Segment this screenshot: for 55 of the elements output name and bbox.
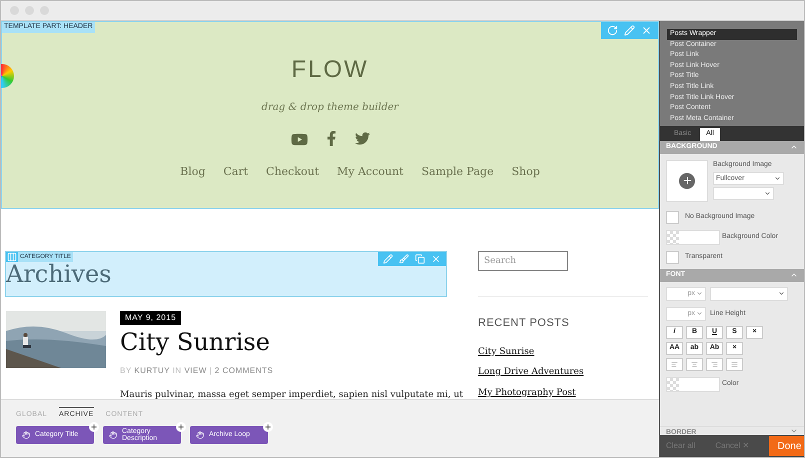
brush-icon[interactable]	[399, 254, 409, 264]
recent-post-link[interactable]: City Sunrise	[478, 346, 534, 359]
align-right-icon	[711, 360, 718, 368]
nav-link[interactable]: Checkout	[266, 164, 320, 180]
heading: Archives	[6, 261, 112, 287]
post-excerpt: Mauris pulvinar, massa eget semper imperdiet, sapien nisl vulputate mi, ut	[120, 389, 464, 399]
close-icon[interactable]	[431, 254, 441, 264]
color-field[interactable]	[666, 376, 720, 392]
nav-link[interactable]: Blog	[180, 164, 206, 180]
nav-link[interactable]: Sample Page	[421, 164, 494, 180]
align-button[interactable]	[706, 358, 723, 371]
drag-icon	[196, 430, 204, 438]
drag-icon	[109, 430, 117, 438]
nav-link[interactable]: My Account	[337, 164, 404, 180]
section-heading: RECENT POSTS	[478, 316, 570, 331]
checkbox[interactable]	[666, 250, 679, 264]
select-field[interactable]	[710, 286, 788, 301]
add-icon[interactable]	[679, 172, 695, 189]
chevron-down-icon	[696, 290, 703, 298]
chevron-down-icon	[778, 290, 785, 298]
post-title[interactable]: City Sunrise	[120, 327, 270, 357]
align-left-icon	[671, 360, 678, 368]
duplicate-icon[interactable]	[415, 254, 425, 264]
align-button[interactable]	[666, 358, 683, 371]
site-title: FLOW	[291, 55, 369, 85]
recent-post-link[interactable]: My Photography Post	[478, 386, 576, 399]
recent-post-link[interactable]: Long Drive Adventures	[478, 366, 584, 380]
add-icon[interactable]	[176, 422, 186, 432]
align-center-icon	[691, 360, 698, 368]
site-tagline: drag & drop theme builder	[262, 101, 398, 115]
youtube-icon[interactable]	[290, 131, 308, 148]
add-icon[interactable]	[89, 422, 99, 432]
edit-icon[interactable]	[383, 254, 393, 264]
color-field[interactable]	[666, 230, 720, 245]
close-icon[interactable]	[641, 25, 652, 36]
select-field[interactable]	[713, 187, 774, 200]
image-picker[interactable]	[666, 160, 708, 202]
post-date: MAY 9, 2015	[120, 311, 182, 325]
align-button[interactable]	[686, 358, 703, 371]
align-justify-icon	[731, 360, 738, 368]
refresh-icon[interactable]	[607, 25, 618, 36]
add-icon[interactable]	[263, 422, 273, 432]
done-button[interactable]: Done	[769, 436, 804, 456]
nav-link[interactable]: Cart	[223, 164, 248, 180]
expand-icon[interactable]	[790, 427, 798, 435]
checkbox[interactable]	[666, 210, 679, 224]
edit-icon[interactable]	[624, 25, 635, 36]
align-button[interactable]	[726, 358, 743, 371]
search-field[interactable]: Search	[478, 251, 568, 271]
drag-icon	[22, 430, 30, 438]
chevron-down-icon	[696, 310, 703, 318]
post-meta: BY KURTUY IN VIEW | 2 COMMENTS	[120, 365, 274, 377]
columns-icon[interactable]	[6, 252, 18, 262]
twitter-icon[interactable]	[354, 131, 370, 146]
nav-link[interactable]: Shop	[512, 164, 540, 180]
